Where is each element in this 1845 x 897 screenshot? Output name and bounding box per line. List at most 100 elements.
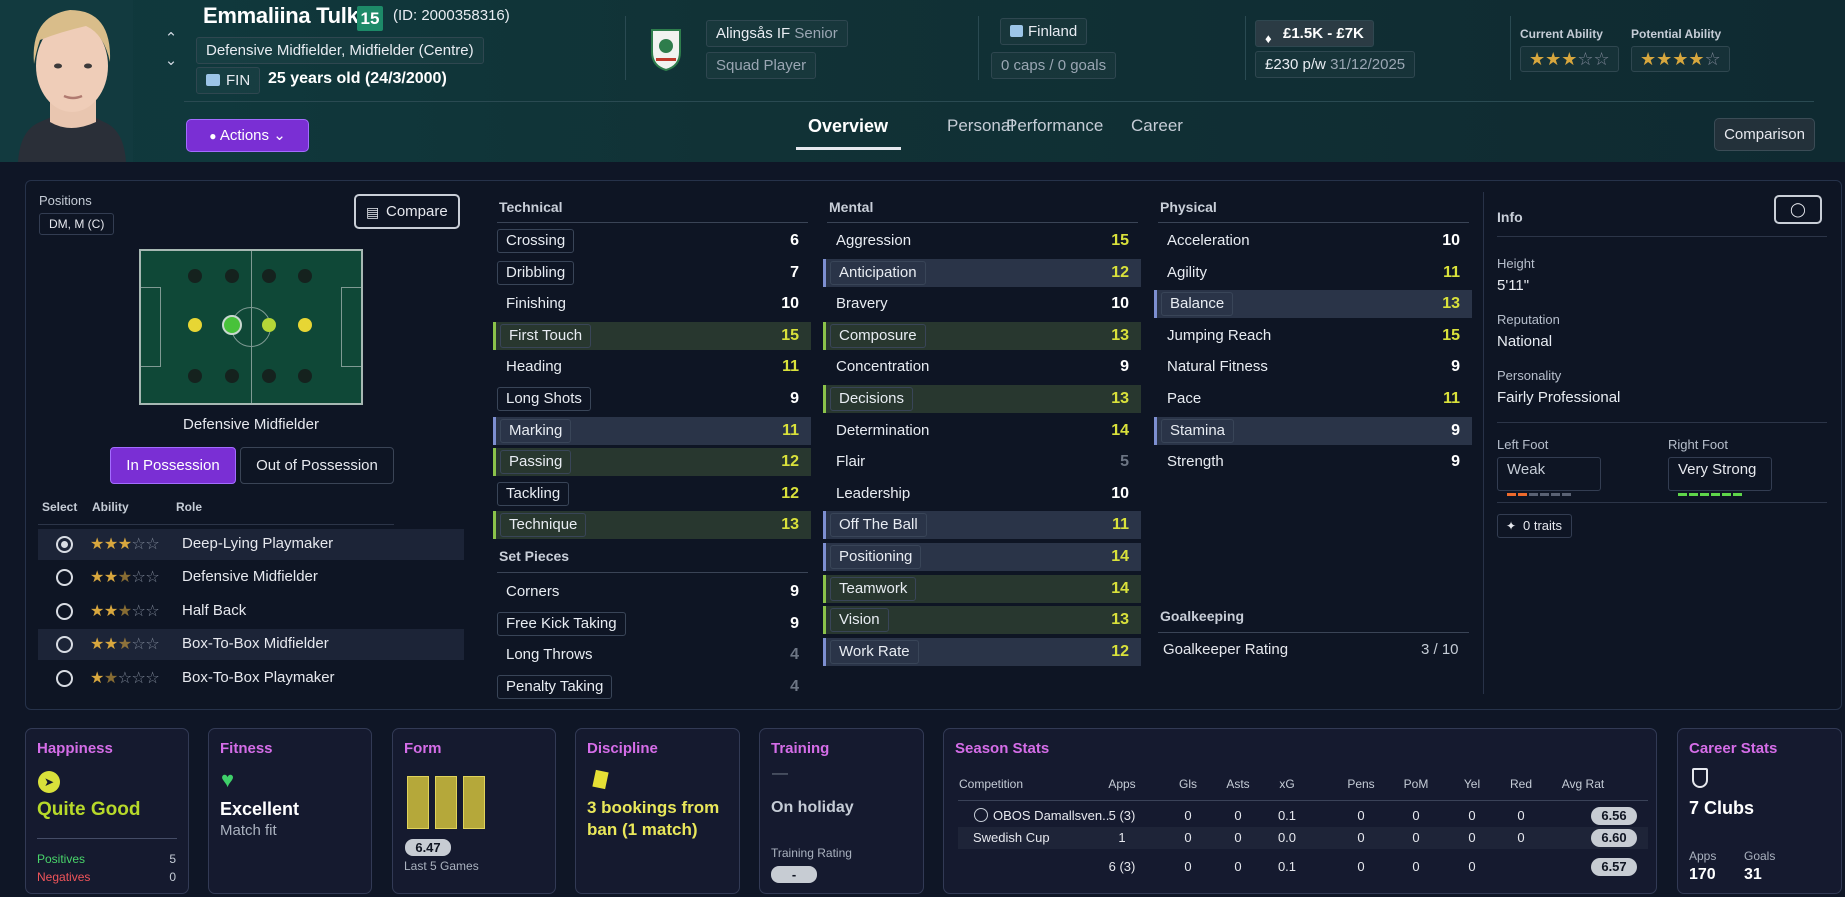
compare-label: Compare: [386, 203, 448, 220]
season-stat-cell: 0: [1357, 808, 1365, 823]
attribute-row[interactable]: Off The Ball 11: [823, 511, 1141, 540]
attribute-row[interactable]: Aggression 15: [823, 227, 1141, 255]
chevron-down-icon: ⌄: [273, 127, 286, 144]
role-radio[interactable]: [56, 603, 73, 620]
tab-personal[interactable]: Personal: [947, 116, 1014, 136]
attribute-row[interactable]: Stamina 9: [1154, 416, 1472, 445]
fitness-card[interactable]: Fitness ♥ Excellent Match fit: [208, 728, 372, 894]
attribute-name: Crossing: [497, 229, 575, 253]
positions-title: Positions: [39, 193, 92, 208]
form-card[interactable]: Form 6.47 Last 5 Games: [392, 728, 556, 894]
attribute-row[interactable]: Marking 11: [493, 416, 811, 445]
attribute-row[interactable]: Dribbling 7: [493, 259, 811, 287]
role-row[interactable]: ★★☆☆☆ Box-To-Box Playmaker: [38, 663, 464, 694]
attribute-row[interactable]: Crossing 6: [493, 227, 811, 255]
position-dot-secondary: [298, 318, 312, 332]
career-stats-card[interactable]: Career Stats 7 Clubs Apps 170 Goals 31: [1677, 728, 1842, 894]
tab-career[interactable]: Career: [1131, 116, 1183, 136]
caps-goals: 0 caps / 0 goals: [991, 52, 1117, 79]
attribute-row[interactable]: Composure 13: [823, 321, 1141, 350]
actions-button[interactable]: ● Actions ⌄: [186, 119, 309, 152]
attribute-row[interactable]: Positioning 14: [823, 543, 1141, 571]
nation-chip[interactable]: Finland: [1000, 18, 1088, 45]
attribute-name: Strength: [1167, 453, 1224, 471]
role-radio[interactable]: [56, 670, 73, 687]
attribute-row[interactable]: Balance 13: [1154, 290, 1472, 319]
attribute-row[interactable]: Tackling 12: [493, 480, 811, 508]
discipline-card[interactable]: Discipline 3 bookings from ban (1 match): [575, 728, 740, 894]
attribute-row[interactable]: Determination 14: [823, 417, 1141, 445]
role-row[interactable]: ★★★☆☆ Half Back: [38, 596, 464, 627]
attribute-value: 12: [781, 453, 799, 471]
out-of-possession-toggle[interactable]: Out of Possession: [240, 447, 394, 484]
attribute-row[interactable]: Natural Fitness 9: [1154, 353, 1472, 381]
attribute-row[interactable]: Heading 11: [493, 353, 811, 381]
previous-player-chevron-up-icon[interactable]: ⌃: [164, 31, 178, 46]
role-row[interactable]: ★★★☆☆ Box-To-Box Midfielder: [38, 629, 464, 660]
attribute-row[interactable]: Passing 12: [493, 448, 811, 477]
attribute-row[interactable]: Corners 9: [493, 578, 811, 606]
season-col-header: Gls: [1179, 777, 1197, 791]
attribute-row[interactable]: Jumping Reach 15: [1154, 322, 1472, 350]
attribute-row[interactable]: Flair 5: [823, 448, 1141, 476]
attribute-name: Anticipation: [830, 260, 926, 285]
role-radio[interactable]: [56, 569, 73, 586]
attribute-row[interactable]: Agility 11: [1154, 259, 1472, 287]
traits-chip[interactable]: ✦ 0 traits: [1497, 514, 1573, 538]
next-player-chevron-down-icon[interactable]: ⌄: [164, 53, 178, 68]
attribute-row[interactable]: Leadership 10: [823, 480, 1141, 508]
attribute-row[interactable]: Acceleration 10: [1154, 227, 1472, 255]
tab-overview[interactable]: Overview: [808, 116, 888, 137]
discipline-value: 3 bookings from ban (1 match): [587, 798, 720, 839]
attribute-row[interactable]: Work Rate 12: [823, 637, 1141, 666]
attribute-name: Positioning: [830, 545, 922, 569]
attribute-value: 14: [1111, 579, 1129, 597]
in-possession-toggle[interactable]: In Possession: [110, 447, 236, 484]
attribute-row[interactable]: Finishing 10: [493, 290, 811, 318]
compare-button[interactable]: ▤ Compare: [354, 194, 460, 229]
attribute-name: Bravery: [836, 295, 888, 313]
club-chip[interactable]: Alingsås IF Senior: [706, 20, 848, 47]
attribute-row[interactable]: Anticipation 12: [823, 258, 1141, 287]
compare-icon: ▤: [366, 204, 380, 220]
attribute-row[interactable]: Strength 9: [1154, 448, 1472, 476]
happiness-title: Happiness: [37, 740, 113, 757]
role-row[interactable]: ★★★☆☆ Deep-Lying Playmaker: [38, 529, 464, 560]
season-stats-title: Season Stats: [955, 740, 1050, 757]
training-card[interactable]: Training — On holiday Training Rating -: [759, 728, 924, 894]
attribute-row[interactable]: Concentration 9: [823, 353, 1141, 381]
role-radio[interactable]: [56, 536, 73, 553]
attribute-value: 13: [1442, 295, 1460, 313]
nationality-code: FIN: [226, 72, 251, 89]
attribute-row[interactable]: Penalty Taking 4: [493, 673, 811, 701]
attribute-name: Flair: [836, 453, 866, 471]
career-stats-title: Career Stats: [1689, 740, 1778, 757]
attribute-value: 12: [1111, 263, 1129, 281]
attribute-row[interactable]: Teamwork 14: [823, 574, 1141, 603]
club-crest-icon[interactable]: [648, 26, 684, 72]
form-bar: [407, 776, 429, 829]
attribute-row[interactable]: First Touch 15: [493, 321, 811, 350]
attribute-row[interactable]: Bravery 10: [823, 290, 1141, 318]
attribute-row[interactable]: Decisions 13: [823, 385, 1141, 413]
attribute-row[interactable]: Pace 11: [1154, 385, 1472, 413]
negatives-count: 0: [169, 870, 176, 884]
happiness-card[interactable]: Happiness ➤ Quite Good Positives 5 Negat…: [25, 728, 189, 894]
attribute-name: Marking: [500, 418, 572, 443]
tab-performance[interactable]: Performance: [1006, 116, 1103, 136]
left-foot-value: Weak: [1507, 461, 1546, 478]
attribute-row[interactable]: Technique 13: [493, 511, 811, 540]
info-settings-button[interactable]: ◯: [1774, 195, 1822, 224]
attribute-row[interactable]: Long Shots 9: [493, 385, 811, 413]
divider: [1483, 192, 1484, 694]
attribute-row[interactable]: Vision 13: [823, 606, 1141, 635]
attribute-row[interactable]: Long Throws 4: [493, 641, 811, 669]
comparison-button[interactable]: Comparison: [1714, 118, 1815, 151]
gk-rating-label: Goalkeeper Rating: [1163, 641, 1289, 658]
role-radio[interactable]: [56, 636, 73, 653]
role-row[interactable]: ★★★☆☆ Defensive Midfielder: [38, 562, 464, 593]
attribute-row[interactable]: Free Kick Taking 9: [493, 610, 811, 638]
attribute-value: 9: [1451, 358, 1460, 376]
attribute-value: 11: [782, 421, 799, 439]
personality-value: Fairly Professional: [1497, 389, 1621, 406]
